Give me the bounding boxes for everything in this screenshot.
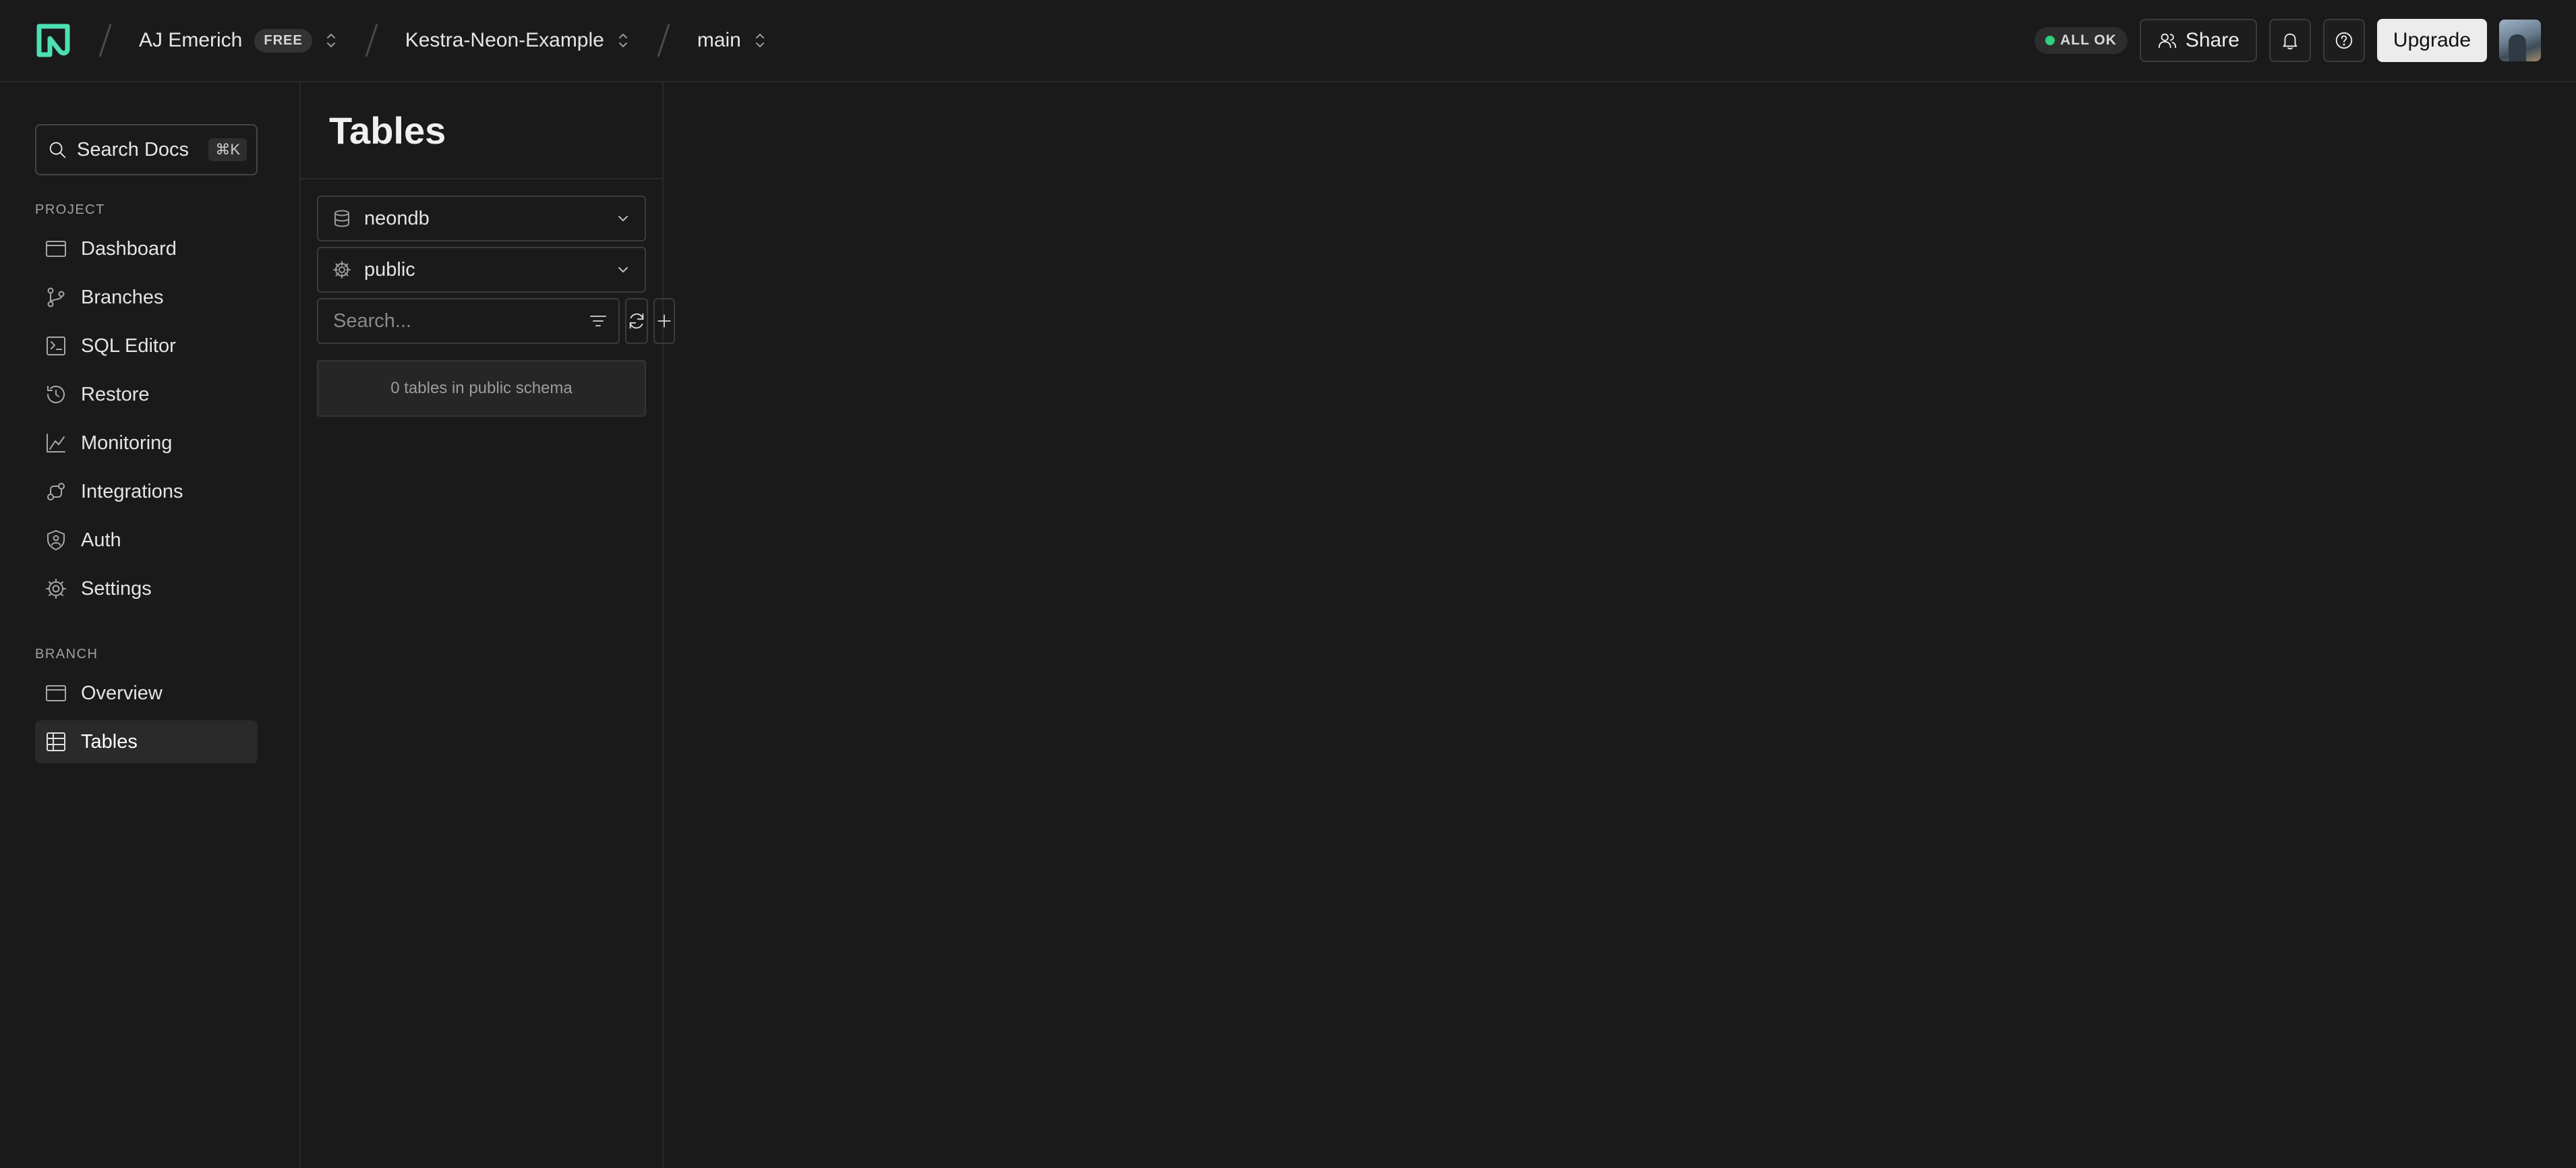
filter-icon[interactable] <box>587 310 609 332</box>
avatar[interactable] <box>2499 20 2541 61</box>
project-name: Kestra-Neon-Example <box>405 29 604 51</box>
shortcut-badge: ⌘K <box>208 138 247 161</box>
chevron-down-icon <box>615 210 631 227</box>
overview-icon <box>45 682 67 705</box>
settings-icon <box>45 577 67 600</box>
database-value: neondb <box>364 207 430 229</box>
sidebar-item-label: Integrations <box>81 480 183 502</box>
branch-section-label: BRANCH <box>35 647 98 662</box>
sidebar-item-settings[interactable]: Settings <box>35 567 258 610</box>
dashboard-icon <box>45 237 67 260</box>
chevron-up-down-icon <box>753 31 767 50</box>
sidebar-item-label: Auth <box>81 529 121 551</box>
sidebar-item-label: Overview <box>81 682 163 704</box>
auth-icon <box>45 529 67 552</box>
empty-state-message: 0 tables in public schema <box>390 379 573 397</box>
search-icon <box>47 140 67 160</box>
refresh-icon <box>626 311 647 331</box>
top-right-actions: ALL OK Share Upgrade <box>2035 19 2541 62</box>
sidebar-item-label: SQL Editor <box>81 334 176 357</box>
status-text: ALL OK <box>2060 32 2117 48</box>
chevron-up-down-icon <box>616 31 630 50</box>
tables-panel-body: neondb public Search... 0 tables in publ… <box>301 179 675 433</box>
schema-value: public <box>364 258 415 281</box>
page-title: Tables <box>329 109 446 152</box>
branch-switcher[interactable]: main <box>697 29 767 52</box>
top-bar: AJ Emerich FREE Kestra-Neon-Example main… <box>0 0 2576 82</box>
tables-panel: Tables neondb public Search... 0 tables … <box>301 82 675 1168</box>
project-switcher[interactable]: Kestra-Neon-Example <box>405 29 630 52</box>
main-content <box>665 84 2576 1168</box>
table-search-box <box>317 298 620 344</box>
restore-icon <box>45 383 67 406</box>
upgrade-button[interactable]: Upgrade <box>2376 19 2487 62</box>
sidebar: Search Docs ⌘K PROJECT Dashboard Branche… <box>0 82 301 1168</box>
org-switcher[interactable]: AJ Emerich FREE <box>139 28 338 53</box>
status-badge[interactable]: ALL OK <box>2035 27 2128 54</box>
sidebar-item-overview[interactable]: Overview <box>35 672 258 715</box>
sidebar-item-monitoring[interactable]: Monitoring <box>35 421 258 465</box>
sidebar-item-label: Restore <box>81 383 150 405</box>
sidebar-item-tables[interactable]: Tables <box>35 720 258 763</box>
monitoring-icon <box>45 432 67 455</box>
bell-icon <box>2280 30 2300 51</box>
org-name: AJ Emerich <box>139 29 243 51</box>
share-button[interactable]: Share <box>2139 19 2257 62</box>
breadcrumb-separator <box>361 20 381 61</box>
sidebar-item-auth[interactable]: Auth <box>35 519 258 562</box>
table-search-row <box>317 298 675 344</box>
project-section-label: PROJECT <box>35 202 105 217</box>
breadcrumb-separator <box>94 20 115 61</box>
search-docs-button[interactable]: Search Docs ⌘K <box>35 124 258 175</box>
branches-icon <box>45 286 67 309</box>
neon-logo-icon[interactable] <box>35 22 71 59</box>
sidebar-item-sql-editor[interactable]: SQL Editor <box>35 324 258 368</box>
sidebar-item-dashboard[interactable]: Dashboard <box>35 227 258 270</box>
tables-icon <box>45 730 67 753</box>
sidebar-item-label: Monitoring <box>81 432 173 454</box>
sidebar-item-integrations[interactable]: Integrations <box>35 470 258 513</box>
help-button[interactable] <box>2322 19 2365 62</box>
share-label: Share <box>2185 29 2240 51</box>
schema-icon <box>332 260 352 280</box>
database-select[interactable]: neondb <box>317 196 646 241</box>
branch-name: main <box>697 29 741 51</box>
table-search-input[interactable] <box>333 310 587 332</box>
sidebar-item-branches[interactable]: Branches <box>35 276 258 319</box>
search-docs-label: Search Docs <box>77 138 189 160</box>
chevron-up-down-icon <box>324 31 338 50</box>
schema-select[interactable]: public <box>317 247 646 293</box>
sidebar-item-label: Dashboard <box>81 237 177 260</box>
empty-state: 0 tables in public schema <box>317 360 646 417</box>
integrations-icon <box>45 480 67 503</box>
sidebar-item-label: Branches <box>81 286 164 308</box>
database-icon <box>332 208 352 229</box>
refresh-button[interactable] <box>625 298 648 344</box>
notifications-button[interactable] <box>2268 19 2311 62</box>
status-dot-icon <box>2045 36 2055 45</box>
plan-badge: FREE <box>254 28 312 53</box>
sidebar-item-label: Tables <box>81 730 138 753</box>
help-icon <box>2334 30 2354 51</box>
sql-editor-icon <box>45 334 67 357</box>
users-icon <box>2157 30 2177 51</box>
sidebar-item-restore[interactable]: Restore <box>35 373 258 416</box>
chevron-down-icon <box>615 262 631 278</box>
tables-header: Tables <box>301 82 662 179</box>
breadcrumb-separator <box>653 20 673 61</box>
sidebar-item-label: Settings <box>81 577 152 600</box>
